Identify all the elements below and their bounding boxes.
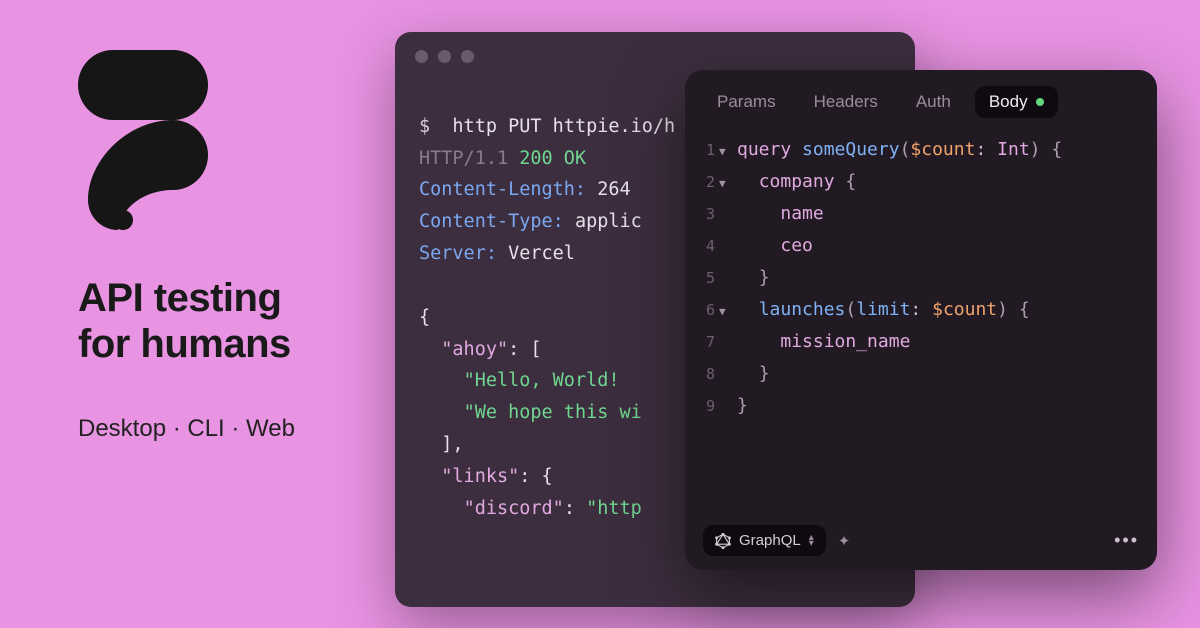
line-number: 4 (685, 233, 719, 260)
http-status: 200 OK (519, 148, 586, 169)
code-content: ceo (737, 230, 813, 262)
fold-icon[interactable]: ▼ (719, 174, 737, 194)
line-number: 9 (685, 393, 719, 420)
editor-window: Params Headers Auth Body 1 ▼ query someQ… (685, 70, 1157, 570)
window-controls (395, 50, 915, 63)
code-line: 9 } (685, 390, 1157, 422)
code-content: query someQuery($count: Int) { (737, 134, 1062, 166)
platforms-list: Desktop · CLI · Web (78, 415, 295, 443)
graphql-icon (715, 533, 731, 549)
tab-auth[interactable]: Auth (902, 86, 965, 118)
magic-wand-icon[interactable]: ✦ (838, 532, 851, 550)
json-punct: : (564, 498, 586, 519)
code-content: name (737, 198, 824, 230)
header-key: Server: (419, 243, 497, 264)
json-brace: { (419, 307, 430, 328)
json-string: "Hello, World! (464, 370, 631, 391)
more-menu-icon[interactable]: ••• (1114, 530, 1139, 551)
tagline-line-1: API testing (78, 275, 295, 321)
httpie-logo (78, 50, 208, 230)
code-line: 7 mission_name (685, 326, 1157, 358)
fold-icon[interactable]: ▼ (719, 142, 737, 162)
line-number: 2 (685, 169, 719, 196)
code-content: mission_name (737, 326, 910, 358)
code-line: 8 } (685, 358, 1157, 390)
code-line: 6 ▼ launches(limit: $count) { (685, 294, 1157, 326)
line-number: 5 (685, 265, 719, 292)
code-line: 3 name (685, 198, 1157, 230)
header-key: Content-Length: (419, 179, 586, 200)
json-key: "ahoy" (441, 339, 508, 360)
json-punct: : [ (508, 339, 541, 360)
header-value: applic (575, 211, 642, 232)
header-key: Content-Type: (419, 211, 564, 232)
status-dot-icon (1036, 98, 1044, 106)
language-selector[interactable]: GraphQL ▴▾ (703, 525, 826, 556)
code-content: } (737, 262, 770, 294)
tab-params[interactable]: Params (703, 86, 790, 118)
json-string: "We hope this wi (464, 402, 642, 423)
tagline-line-2: for humans (78, 321, 295, 367)
editor-tabs: Params Headers Auth Body (685, 70, 1157, 130)
traffic-light-close-icon[interactable] (415, 50, 428, 63)
code-line: 4 ceo (685, 230, 1157, 262)
tagline: API testing for humans (78, 275, 295, 367)
fold-icon[interactable]: ▼ (719, 302, 737, 322)
header-value: 264 (597, 179, 630, 200)
code-editor[interactable]: 1 ▼ query someQuery($count: Int) { 2 ▼ c… (685, 130, 1157, 515)
traffic-light-zoom-icon[interactable] (461, 50, 474, 63)
line-number: 6 (685, 297, 719, 324)
json-key: "links" (441, 466, 519, 487)
header-value: Vercel (508, 243, 575, 264)
tab-body[interactable]: Body (975, 86, 1058, 118)
code-content: } (737, 358, 770, 390)
line-number: 3 (685, 201, 719, 228)
json-punct: : { (519, 466, 552, 487)
code-content: launches(limit: $count) { (737, 294, 1030, 326)
json-punct: ], (441, 434, 463, 455)
json-key: "discord" (464, 498, 564, 519)
editor-footer: GraphQL ▴▾ ✦ ••• (685, 515, 1157, 570)
chevron-updown-icon: ▴▾ (809, 535, 814, 547)
prompt: $ (419, 116, 430, 137)
language-label: GraphQL (739, 532, 801, 549)
tab-headers[interactable]: Headers (800, 86, 892, 118)
code-line: 2 ▼ company { (685, 166, 1157, 198)
terminal-command: http PUT httpie.io/h (452, 116, 675, 137)
code-line: 5 } (685, 262, 1157, 294)
line-number: 1 (685, 137, 719, 164)
code-content: } (737, 390, 748, 422)
code-line: 1 ▼ query someQuery($count: Int) { (685, 134, 1157, 166)
code-content: company { (737, 166, 856, 198)
tab-body-label: Body (989, 92, 1028, 112)
line-number: 8 (685, 361, 719, 388)
json-string: "http (586, 498, 642, 519)
http-proto: HTTP/1.1 (419, 148, 508, 169)
line-number: 7 (685, 329, 719, 356)
traffic-light-minimize-icon[interactable] (438, 50, 451, 63)
